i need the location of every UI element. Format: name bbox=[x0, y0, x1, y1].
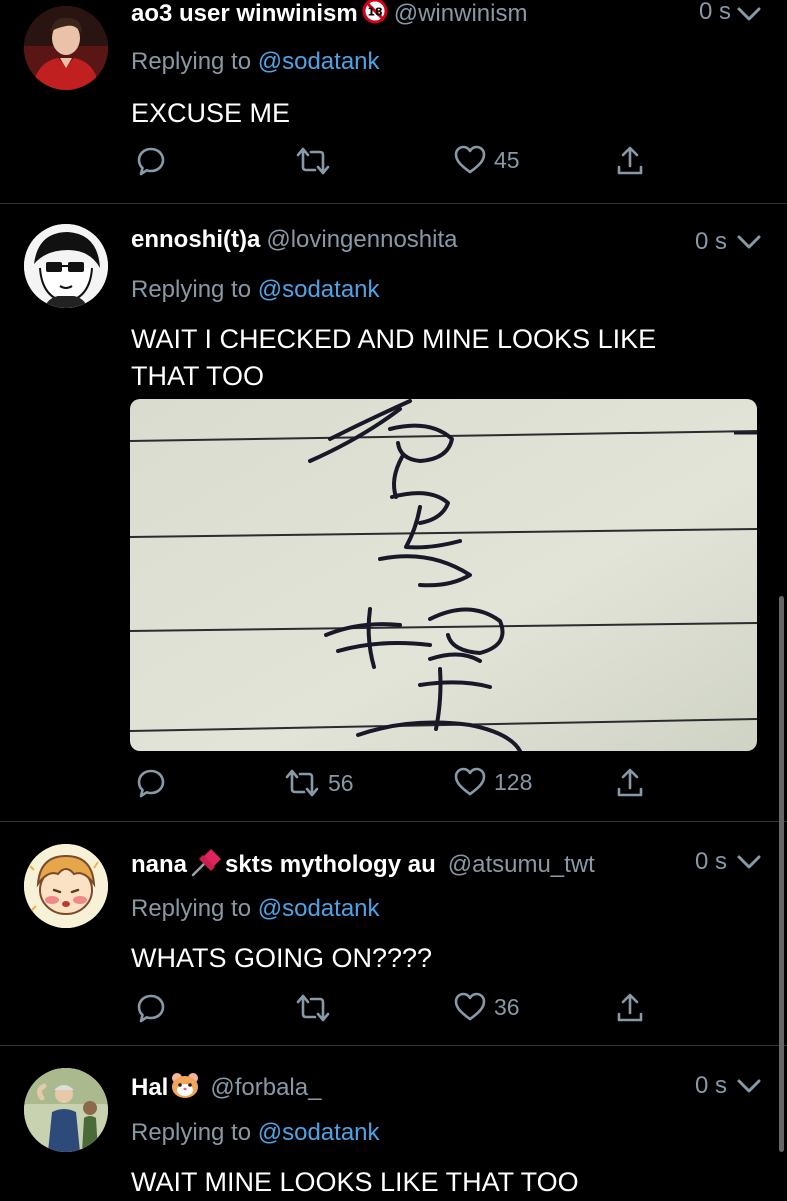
retweet-count: 56 bbox=[328, 769, 354, 796]
retweet-icon bbox=[284, 767, 320, 799]
reply-button[interactable] bbox=[135, 767, 167, 799]
tweet-forbala[interactable]: Hal @forbala_ 0 s Replying to @sodatank … bbox=[0, 1046, 787, 1200]
timestamp: 0 s bbox=[694, 228, 727, 255]
display-name[interactable]: ennoshi(t)a bbox=[131, 226, 260, 253]
display-name-part2[interactable]: skts mythology au bbox=[225, 851, 436, 878]
replying-to: Replying to @sodatank bbox=[131, 48, 380, 76]
retweet-button[interactable] bbox=[295, 145, 339, 177]
share-button[interactable] bbox=[616, 767, 644, 799]
avatar-image bbox=[24, 1068, 108, 1152]
tweet-header: Hal @forbala_ bbox=[131, 1071, 321, 1106]
avatar-image bbox=[24, 844, 108, 928]
avatar-image bbox=[24, 6, 108, 90]
timestamp: 0 s bbox=[698, 0, 731, 25]
reply-icon bbox=[135, 767, 167, 799]
like-button[interactable]: 128 bbox=[454, 767, 532, 797]
handwriting-photo bbox=[130, 399, 757, 751]
chevron-down-icon[interactable] bbox=[737, 6, 761, 22]
avatar[interactable] bbox=[24, 1068, 108, 1152]
retweet-button[interactable] bbox=[295, 992, 339, 1024]
avatar[interactable] bbox=[24, 224, 108, 308]
tweet-actions: 56 128 bbox=[131, 767, 671, 807]
replying-to-link[interactable]: @sodatank bbox=[258, 1119, 380, 1146]
share-icon bbox=[616, 767, 644, 799]
reply-icon bbox=[135, 145, 167, 177]
handle[interactable]: @forbala_ bbox=[210, 1074, 321, 1101]
replying-prefix: Replying to bbox=[131, 895, 252, 922]
tweet-text: WAIT MINE LOOKS LIKE THAT TOO bbox=[131, 1167, 579, 1197]
tweet-header: nana skts mythology au @atsumu_twt bbox=[131, 847, 595, 884]
chevron-down-icon[interactable] bbox=[737, 854, 761, 870]
reply-button[interactable] bbox=[135, 145, 167, 177]
share-icon bbox=[616, 992, 644, 1024]
chevron-down-icon[interactable] bbox=[737, 234, 761, 250]
like-count: 128 bbox=[494, 768, 533, 795]
handle[interactable]: @lovingennoshita bbox=[266, 226, 457, 253]
pushpin-icon bbox=[189, 847, 223, 884]
like-button[interactable]: 45 bbox=[454, 145, 520, 175]
handle[interactable]: @atsumu_twt bbox=[448, 851, 595, 878]
hamster-icon bbox=[170, 1071, 200, 1106]
svg-text:18: 18 bbox=[367, 6, 382, 19]
display-name[interactable]: ao3 user winwinism bbox=[131, 0, 358, 27]
reply-button[interactable] bbox=[135, 992, 167, 1024]
share-button[interactable] bbox=[616, 145, 644, 177]
replying-to: Replying to @sodatank bbox=[131, 895, 380, 923]
heart-icon bbox=[454, 992, 486, 1022]
tweet-winwinism[interactable]: ao3 user winwinism 18 @winwinism 0 s Rep… bbox=[0, 0, 787, 205]
retweet-icon bbox=[295, 145, 331, 177]
tweet-actions: 36 bbox=[131, 992, 671, 1032]
replying-prefix: Replying to bbox=[131, 276, 252, 303]
tweet-actions: 45 bbox=[131, 145, 671, 185]
replying-to: Replying to @sodatank bbox=[131, 276, 380, 304]
tweet-header: ao3 user winwinism 18 @winwinism bbox=[131, 0, 527, 31]
reply-icon bbox=[135, 992, 167, 1024]
replying-to: Replying to @sodatank bbox=[131, 1119, 380, 1147]
retweet-icon bbox=[295, 992, 331, 1024]
like-count: 45 bbox=[494, 146, 520, 173]
tweet-photo[interactable] bbox=[130, 399, 757, 751]
tweet-header: ennoshi(t)a @lovingennoshita bbox=[131, 226, 457, 254]
share-button[interactable] bbox=[616, 992, 644, 1024]
display-name[interactable]: Hal bbox=[131, 1074, 168, 1101]
age-18-badge-icon: 18 bbox=[362, 0, 388, 31]
tweet-text: WAIT I CHECKED AND MINE LOOKS LIKE THAT … bbox=[131, 324, 657, 391]
tweet-atsumu-twt[interactable]: nana skts mythology au @atsumu_twt 0 s Re… bbox=[0, 822, 787, 1046]
like-count: 36 bbox=[494, 993, 520, 1020]
replying-to-link[interactable]: @sodatank bbox=[258, 276, 380, 303]
timestamp: 0 s bbox=[694, 848, 727, 875]
heart-icon bbox=[454, 767, 486, 797]
avatar[interactable] bbox=[24, 844, 108, 928]
replying-to-link[interactable]: @sodatank bbox=[258, 48, 380, 75]
retweet-button[interactable]: 56 bbox=[284, 767, 354, 799]
share-icon bbox=[616, 145, 644, 177]
avatar-image bbox=[24, 224, 108, 308]
replying-prefix: Replying to bbox=[131, 1119, 252, 1146]
tweet-text: WHATS GOING ON???? bbox=[131, 943, 433, 973]
like-button[interactable]: 36 bbox=[454, 992, 520, 1022]
handle[interactable]: @winwinism bbox=[394, 0, 528, 27]
replying-prefix: Replying to bbox=[131, 48, 252, 75]
timestamp: 0 s bbox=[694, 1072, 727, 1099]
replying-to-link[interactable]: @sodatank bbox=[258, 895, 380, 922]
display-name-part1[interactable]: nana bbox=[131, 851, 187, 878]
chevron-down-icon[interactable] bbox=[737, 1078, 761, 1094]
heart-icon bbox=[454, 145, 486, 175]
scrollbar[interactable] bbox=[779, 596, 784, 1152]
avatar[interactable] bbox=[24, 6, 108, 90]
tweet-text: EXCUSE ME bbox=[131, 98, 291, 128]
tweet-lovingennoshita[interactable]: ennoshi(t)a @lovingennoshita 0 s Replying… bbox=[0, 204, 787, 822]
